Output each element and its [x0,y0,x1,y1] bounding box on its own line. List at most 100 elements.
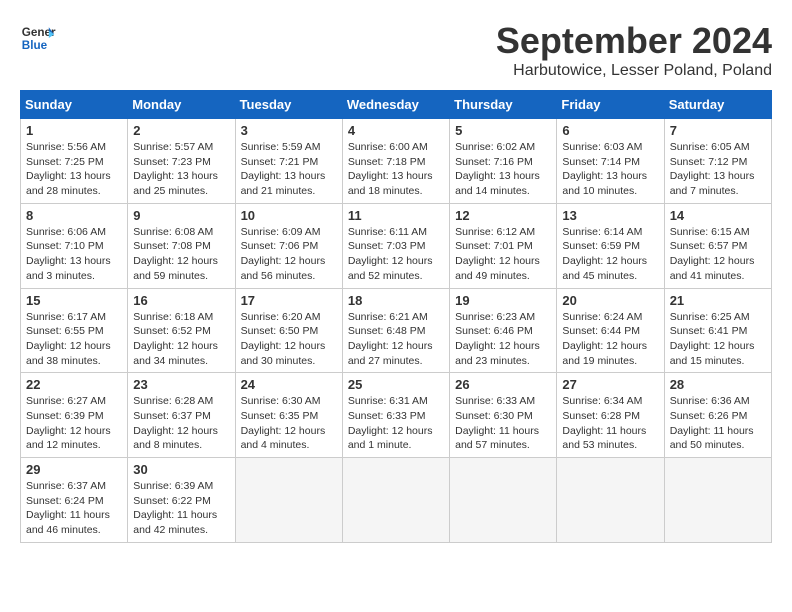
day-info: Sunrise: 6:03 AMSunset: 7:14 PMDaylight:… [562,140,658,199]
day-info: Sunrise: 6:27 AMSunset: 6:39 PMDaylight:… [26,394,122,453]
calendar-day: 18Sunrise: 6:21 AMSunset: 6:48 PMDayligh… [342,288,449,373]
day-info: Sunrise: 6:05 AMSunset: 7:12 PMDaylight:… [670,140,766,199]
day-number: 30 [133,462,229,477]
day-info: Sunrise: 6:00 AMSunset: 7:18 PMDaylight:… [348,140,444,199]
day-number: 4 [348,123,444,138]
day-info: Sunrise: 6:08 AMSunset: 7:08 PMDaylight:… [133,225,229,284]
day-number: 22 [26,377,122,392]
calendar-day: 6Sunrise: 6:03 AMSunset: 7:14 PMDaylight… [557,119,664,204]
title-block: September 2024 Harbutowice, Lesser Polan… [496,20,772,80]
day-info: Sunrise: 6:02 AMSunset: 7:16 PMDaylight:… [455,140,551,199]
day-number: 9 [133,208,229,223]
calendar-day: 24 Sunrise: 6:30 AMSunset: 6:35 PMDayligh… [235,373,342,458]
calendar-day: 30 Sunrise: 6:39 AMSunset: 6:22 PMDayligh… [128,458,235,543]
day-number: 5 [455,123,551,138]
day-info: Sunrise: 6:28 AMSunset: 6:37 PMDaylight:… [133,394,229,453]
calendar-day: 27 Sunrise: 6:34 AMSunset: 6:28 PMDayligh… [557,373,664,458]
day-info: Sunrise: 6:34 AMSunset: 6:28 PMDaylight:… [562,394,658,453]
day-number: 15 [26,293,122,308]
day-number: 7 [670,123,766,138]
day-number: 28 [670,377,766,392]
day-number: 24 [241,377,337,392]
calendar-day: 11 Sunrise: 6:11 AMSunset: 7:03 PMDayligh… [342,203,449,288]
day-info: Sunrise: 6:37 AMSunset: 6:24 PMDaylight:… [26,479,122,538]
calendar-day: 15 Sunrise: 6:17 AMSunset: 6:55 PMDayligh… [21,288,128,373]
day-number: 3 [241,123,337,138]
day-number: 17 [241,293,337,308]
calendar-day: 1 Sunrise: 5:56 AMSunset: 7:25 PMDaylight… [21,119,128,204]
calendar-day: 7 Sunrise: 6:05 AMSunset: 7:12 PMDaylight… [664,119,771,204]
calendar-day: 4 Sunrise: 6:00 AMSunset: 7:18 PMDaylight… [342,119,449,204]
day-number: 19 [455,293,551,308]
calendar-day: 3 Sunrise: 5:59 AMSunset: 7:21 PMDaylight… [235,119,342,204]
calendar-day: 5 Sunrise: 6:02 AMSunset: 7:16 PMDaylight… [450,119,557,204]
calendar-header-row: SundayMondayTuesdayWednesdayThursdayFrid… [21,91,772,119]
calendar-day [664,458,771,543]
day-info: Sunrise: 6:33 AMSunset: 6:30 PMDaylight:… [455,394,551,453]
day-info: Sunrise: 6:36 AMSunset: 6:26 PMDaylight:… [670,394,766,453]
calendar-day: 23 Sunrise: 6:28 AMSunset: 6:37 PMDayligh… [128,373,235,458]
day-info: Sunrise: 6:20 AMSunset: 6:50 PMDaylight:… [241,310,337,369]
day-number: 20 [562,293,658,308]
header-saturday: Saturday [664,91,771,119]
header-friday: Friday [557,91,664,119]
day-number: 26 [455,377,551,392]
month-title: September 2024 [496,20,772,62]
header-tuesday: Tuesday [235,91,342,119]
day-number: 23 [133,377,229,392]
day-number: 8 [26,208,122,223]
day-number: 2 [133,123,229,138]
day-info: Sunrise: 6:11 AMSunset: 7:03 PMDaylight:… [348,225,444,284]
calendar-day [557,458,664,543]
calendar-day [342,458,449,543]
day-info: Sunrise: 6:06 AMSunset: 7:10 PMDaylight:… [26,225,122,284]
calendar-day: 8 Sunrise: 6:06 AMSunset: 7:10 PMDaylight… [21,203,128,288]
day-number: 27 [562,377,658,392]
calendar-day: 17 Sunrise: 6:20 AMSunset: 6:50 PMDayligh… [235,288,342,373]
header-wednesday: Wednesday [342,91,449,119]
day-number: 14 [670,208,766,223]
day-number: 12 [455,208,551,223]
header-thursday: Thursday [450,91,557,119]
day-info: Sunrise: 6:18 AMSunset: 6:52 PMDaylight:… [133,310,229,369]
day-number: 21 [670,293,766,308]
svg-text:Blue: Blue [22,39,48,52]
calendar-week-5: 29 Sunrise: 6:37 AMSunset: 6:24 PMDayligh… [21,458,772,543]
calendar-day: 26 Sunrise: 6:33 AMSunset: 6:30 PMDayligh… [450,373,557,458]
calendar-week-3: 15 Sunrise: 6:17 AMSunset: 6:55 PMDayligh… [21,288,772,373]
calendar-day: 29 Sunrise: 6:37 AMSunset: 6:24 PMDayligh… [21,458,128,543]
day-info: Sunrise: 6:15 AMSunset: 6:57 PMDaylight:… [670,225,766,284]
calendar-week-2: 8 Sunrise: 6:06 AMSunset: 7:10 PMDaylight… [21,203,772,288]
calendar-week-1: 1 Sunrise: 5:56 AMSunset: 7:25 PMDaylight… [21,119,772,204]
day-number: 1 [26,123,122,138]
day-info: Sunrise: 6:21 AMSunset: 6:48 PMDaylight:… [348,310,444,369]
calendar-day: 25Sunrise: 6:31 AMSunset: 6:33 PMDayligh… [342,373,449,458]
day-info: Sunrise: 6:17 AMSunset: 6:55 PMDaylight:… [26,310,122,369]
logo: General Blue [20,20,56,56]
day-info: Sunrise: 6:30 AMSunset: 6:35 PMDaylight:… [241,394,337,453]
calendar-day: 10 Sunrise: 6:09 AMSunset: 7:06 PMDayligh… [235,203,342,288]
calendar-day: 22 Sunrise: 6:27 AMSunset: 6:39 PMDayligh… [21,373,128,458]
day-info: Sunrise: 6:09 AMSunset: 7:06 PMDaylight:… [241,225,337,284]
calendar-table: SundayMondayTuesdayWednesdayThursdayFrid… [20,90,772,543]
calendar-day: 9 Sunrise: 6:08 AMSunset: 7:08 PMDaylight… [128,203,235,288]
day-number: 29 [26,462,122,477]
day-number: 11 [348,208,444,223]
calendar-day: 14 Sunrise: 6:15 AMSunset: 6:57 PMDayligh… [664,203,771,288]
day-number: 10 [241,208,337,223]
calendar-day: 28 Sunrise: 6:36 AMSunset: 6:26 PMDayligh… [664,373,771,458]
day-info: Sunrise: 6:24 AMSunset: 6:44 PMDaylight:… [562,310,658,369]
day-info: Sunrise: 5:56 AMSunset: 7:25 PMDaylight:… [26,140,122,199]
calendar-week-4: 22 Sunrise: 6:27 AMSunset: 6:39 PMDayligh… [21,373,772,458]
day-info: Sunrise: 6:39 AMSunset: 6:22 PMDaylight:… [133,479,229,538]
calendar-day: 12Sunrise: 6:12 AMSunset: 7:01 PMDayligh… [450,203,557,288]
day-number: 16 [133,293,229,308]
day-info: Sunrise: 5:59 AMSunset: 7:21 PMDaylight:… [241,140,337,199]
page-header: General Blue September 2024 Harbutowice,… [20,20,772,80]
day-info: Sunrise: 6:23 AMSunset: 6:46 PMDaylight:… [455,310,551,369]
calendar-day [450,458,557,543]
header-monday: Monday [128,91,235,119]
day-info: Sunrise: 6:31 AMSunset: 6:33 PMDaylight:… [348,394,444,453]
location: Harbutowice, Lesser Poland, Poland [496,62,772,80]
calendar-day: 19 Sunrise: 6:23 AMSunset: 6:46 PMDayligh… [450,288,557,373]
